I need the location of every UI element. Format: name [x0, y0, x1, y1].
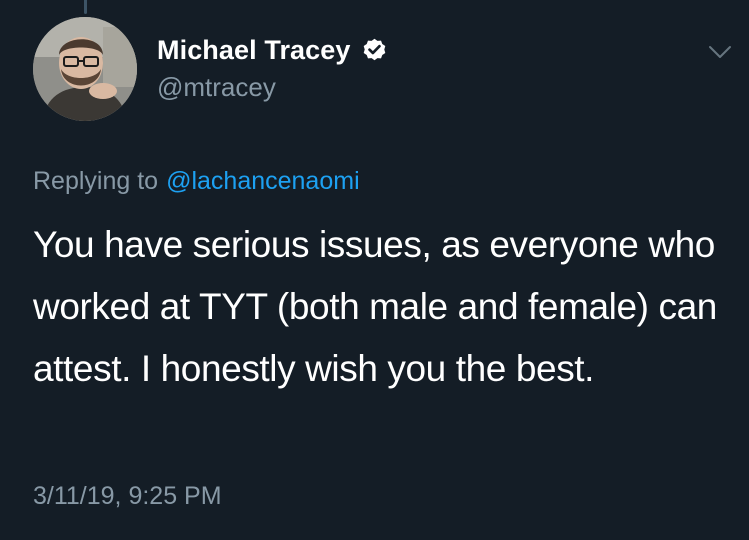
tweet-timestamp[interactable]: 3/11/19, 9:25 PM [33, 482, 222, 511]
user-handle[interactable]: @mtracey [157, 72, 276, 103]
replying-to-line: Replying to @lachancenaomi [33, 167, 360, 196]
reply-handle-link[interactable]: @lachancenaomi [166, 167, 360, 195]
chevron-down-icon[interactable] [708, 44, 732, 60]
display-name[interactable]: Michael Tracey [157, 35, 351, 66]
author-name-row[interactable]: Michael Tracey [157, 32, 388, 68]
avatar-photo [33, 17, 137, 121]
tweet-text: You have serious issues, as everyone who… [33, 224, 717, 389]
avatar[interactable] [33, 17, 137, 121]
verified-badge-icon [363, 38, 385, 60]
replying-to-label: Replying to [33, 167, 159, 195]
thread-connector-line [84, 0, 87, 14]
